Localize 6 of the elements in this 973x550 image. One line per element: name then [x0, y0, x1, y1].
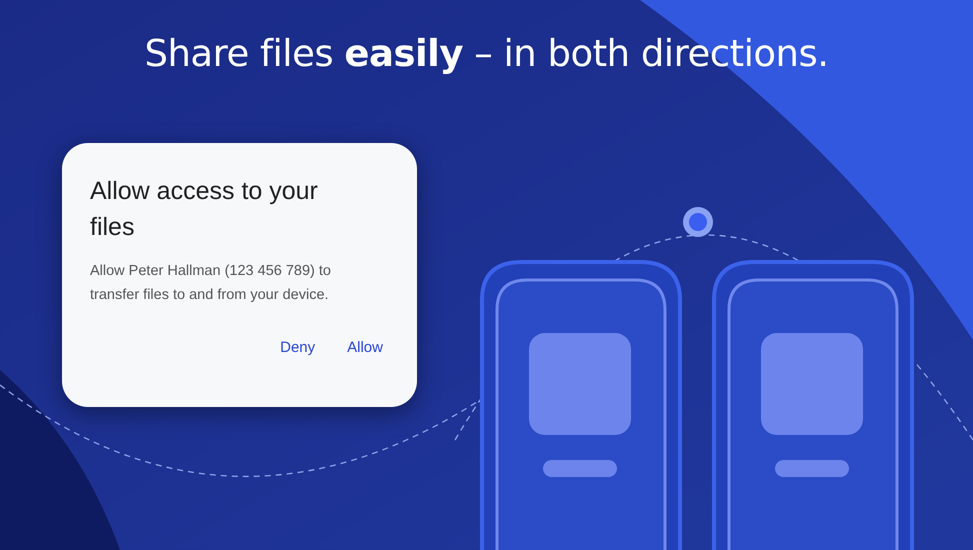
headline: Share files easily – in both directions. [143, 31, 830, 75]
dialog-button[interactable]: Deny [274, 335, 322, 360]
node-icon [683, 207, 713, 237]
dialog-title: Allow access to your files [90, 176, 319, 243]
dialog-message: Allow Peter Hallman (123 456 789) to transfer files to and from your device. [90, 262, 332, 305]
dialog-button[interactable]: Allow [341, 335, 389, 360]
